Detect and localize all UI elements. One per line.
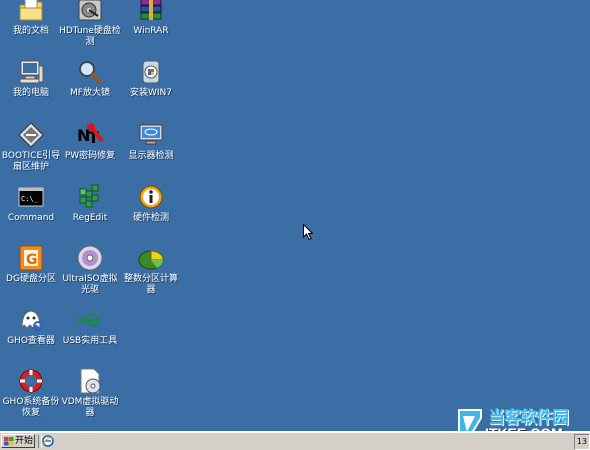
desktop-icon-label: 安装WIN7 — [129, 88, 172, 98]
ghost-backup-icon — [17, 367, 45, 395]
windows-flag-icon — [4, 436, 14, 445]
desktop-icon-gho-viewer[interactable]: GHO查看器 — [0, 306, 62, 347]
desktop-icon-label: Command — [7, 213, 55, 223]
gho-viewer-icon — [17, 306, 45, 334]
desktop-icon-magnifier[interactable]: MF放大镜 — [59, 58, 121, 99]
command-prompt-icon: C:\_ — [17, 183, 45, 211]
desktop-icon-label: HDTune硬盘检测 — [59, 26, 121, 47]
bootice-icon — [17, 121, 45, 149]
desktop-icon-label: 我的文档 — [12, 26, 49, 36]
usb-tools-icon — [76, 306, 104, 334]
my-documents-icon — [17, 0, 45, 24]
desktop-icon-install-win7[interactable]: 安装WIN7 — [120, 58, 182, 99]
regedit-icon — [76, 183, 104, 211]
start-button-label: 开始 — [15, 436, 34, 446]
svg-text:C:\_: C:\_ — [21, 195, 39, 203]
desktop-icon-label: BOOTICE引导扇区维护 — [1, 151, 61, 172]
desktop: 我的文档 我的电脑 BOOTICE引导扇区维护 C:\_ Command G D… — [0, 0, 590, 441]
desktop-icon-label: WinRAR — [133, 26, 169, 36]
desktop-icon-my-computer[interactable]: 我的电脑 — [0, 58, 62, 99]
desktop-icon-command[interactable]: C:\_ Command — [0, 183, 62, 224]
desktop-icon-vdm-drive[interactable]: VDM虚拟驱动器 — [59, 367, 121, 419]
partition-calculator-icon — [137, 244, 165, 272]
desktop-icon-label: GHO查看器 — [7, 336, 55, 346]
start-button[interactable]: 开始 — [1, 434, 35, 448]
desktop-icon-ghost-backup[interactable]: GHO系统备份恢复 — [0, 367, 62, 419]
desktop-icon-label: MF放大镜 — [70, 88, 110, 98]
svg-text:G: G — [26, 252, 38, 268]
desktop-icon-ultraiso[interactable]: UltraISO虚拟光驱 — [59, 244, 121, 296]
magnifier-icon — [76, 58, 104, 86]
desktop-icon-my-documents[interactable]: 我的文档 — [0, 0, 62, 37]
desktop-icon-usb-tools[interactable]: USB实用工具 — [59, 306, 121, 347]
vdm-drive-icon — [76, 367, 104, 395]
desktop-icon-partition-calculator[interactable]: 整数分区计算器 — [120, 244, 182, 296]
hdtune-icon — [76, 0, 104, 24]
desktop-icon-hdtune[interactable]: HDTune硬盘检测 — [59, 0, 121, 48]
internet-explorer-icon[interactable] — [42, 435, 54, 447]
my-computer-icon — [17, 58, 45, 86]
desktop-icon-label: 显示器检测 — [128, 151, 174, 161]
diskgenius-icon: G — [17, 244, 45, 272]
desktop-icon-diskgenius[interactable]: G DG硬盘分区 — [0, 244, 62, 285]
desktop-icon-label: 硬件检测 — [132, 213, 169, 223]
desktop-icon-label: UltraISO虚拟光驱 — [62, 274, 118, 295]
desktop-icon-label: 整数分区计算器 — [123, 274, 178, 295]
install-win7-icon — [137, 58, 165, 86]
system-tray-clock[interactable]: 13 — [574, 434, 590, 450]
desktop-icon-password-repair[interactable]: NT PW密码修复 — [59, 121, 121, 162]
mouse-pointer-icon — [303, 224, 313, 241]
desktop-icon-hardware-info[interactable]: 硬件检测 — [120, 183, 182, 224]
monitor-test-icon — [137, 121, 165, 149]
password-repair-icon: NT — [76, 121, 104, 149]
taskbar: 开始 13 — [0, 431, 590, 450]
ultraiso-icon — [76, 244, 104, 272]
desktop-icon-label: VDM虚拟驱动器 — [61, 397, 119, 418]
desktop-icon-label: DG硬盘分区 — [6, 274, 56, 284]
desktop-icon-label: GHO系统备份恢复 — [2, 397, 60, 418]
winrar-icon — [137, 0, 165, 24]
desktop-icon-monitor-test[interactable]: 显示器检测 — [120, 121, 182, 162]
desktop-icon-winrar[interactable]: WinRAR — [120, 0, 182, 37]
desktop-icon-label: PW密码修复 — [64, 151, 116, 161]
hardware-info-icon — [137, 183, 165, 211]
desktop-icon-bootice[interactable]: BOOTICE引导扇区维护 — [0, 121, 62, 173]
desktop-icon-label: RegEdit — [72, 213, 108, 223]
desktop-icon-label: 我的电脑 — [12, 88, 49, 98]
desktop-icon-label: USB实用工具 — [62, 336, 118, 346]
desktop-icon-regedit[interactable]: RegEdit — [59, 183, 121, 224]
